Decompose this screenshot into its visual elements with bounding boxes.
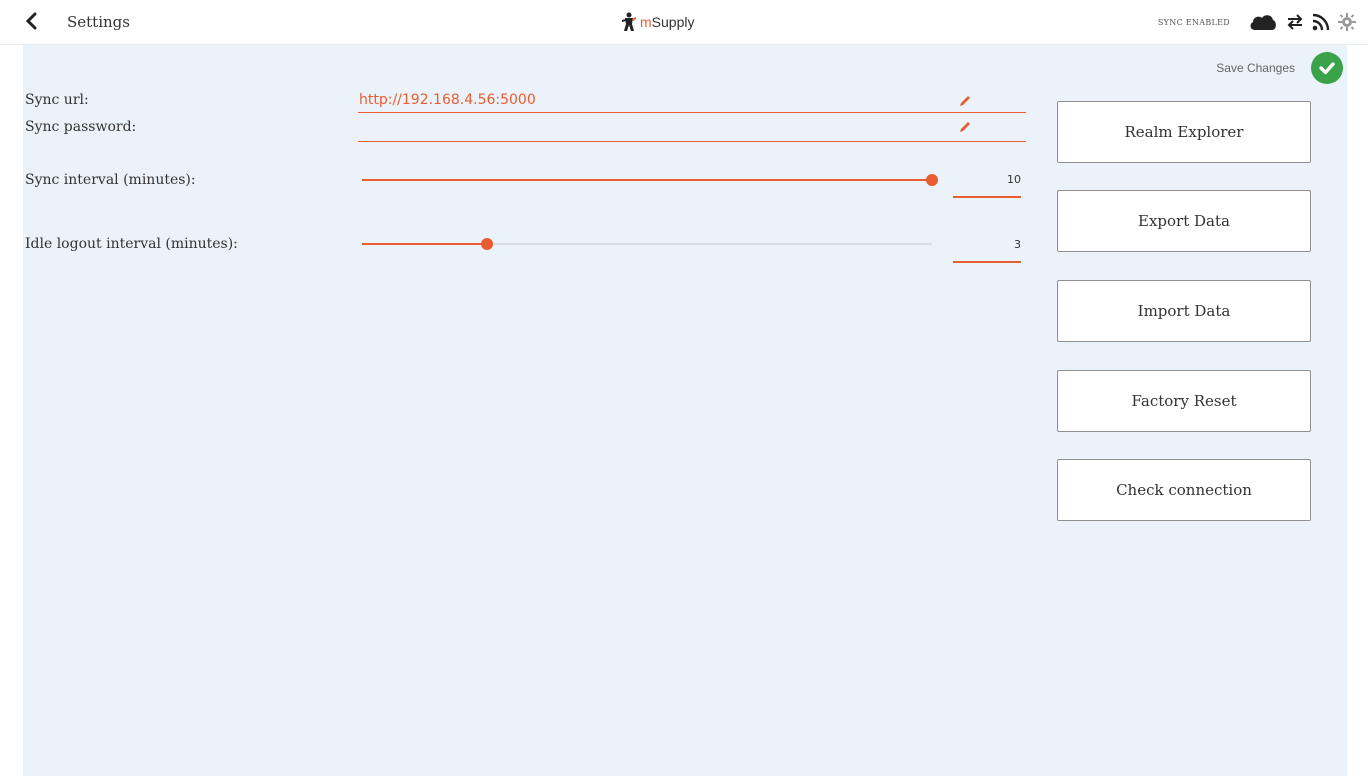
sync-password-label: Sync password: [25, 119, 137, 135]
page-title: Settings [67, 13, 130, 31]
sync-interval-slider[interactable] [362, 172, 938, 188]
status-bar: SYNC ENABLED [1158, 10, 1356, 34]
sync-interval-value[interactable]: 10 [953, 173, 1021, 186]
sync-interval-label: Sync interval (minutes): [25, 172, 196, 188]
brand-prefix: m [640, 14, 652, 30]
settings-content: Save Changes Sync url: http://192.168.4.… [23, 45, 1347, 776]
sync-url-input[interactable]: http://192.168.4.56:5000 [359, 92, 536, 108]
sync-url-underline [358, 112, 1026, 113]
import-data-button[interactable]: Import Data [1057, 280, 1311, 342]
check-connection-button[interactable]: Check connection [1057, 459, 1311, 521]
realm-explorer-button[interactable]: Realm Explorer [1057, 101, 1311, 163]
slider-fill [362, 179, 932, 181]
msupply-logo-icon [622, 12, 636, 31]
slider-thumb[interactable] [481, 238, 494, 250]
sync-interval-underline [953, 196, 1021, 198]
idle-logout-slider[interactable] [362, 236, 932, 252]
wifi-signal-icon[interactable] [1312, 13, 1330, 31]
sync-password-input[interactable] [359, 119, 939, 137]
edit-pencil-icon[interactable] [958, 94, 972, 108]
sync-password-underline [358, 141, 1026, 142]
check-circle-icon[interactable] [1311, 52, 1343, 84]
idle-logout-underline [953, 261, 1021, 263]
export-data-button[interactable]: Export Data [1057, 190, 1311, 252]
sync-url-label: Sync url: [25, 92, 89, 108]
cloud-icon[interactable] [1248, 12, 1278, 32]
slider-fill [362, 243, 488, 245]
brand-name: Supply [651, 14, 695, 30]
sync-arrows-icon[interactable] [1286, 14, 1304, 30]
idle-logout-value[interactable]: 3 [953, 238, 1021, 251]
app-header: Settings mSupply SYNC ENABLED [0, 0, 1368, 45]
gear-icon[interactable] [1338, 13, 1356, 31]
idle-logout-label: Idle logout interval (minutes): [25, 236, 238, 252]
edit-pencil-icon[interactable] [958, 120, 972, 134]
chevron-left-icon [25, 12, 37, 30]
save-changes-label: Save Changes [1216, 61, 1295, 75]
sync-status-label: SYNC ENABLED [1157, 17, 1230, 27]
save-changes-button[interactable]: Save Changes [1216, 52, 1343, 84]
factory-reset-button[interactable]: Factory Reset [1057, 370, 1311, 432]
back-button[interactable] [25, 12, 45, 32]
brand-logo: mSupply [620, 11, 694, 33]
slider-thumb[interactable] [926, 174, 938, 186]
